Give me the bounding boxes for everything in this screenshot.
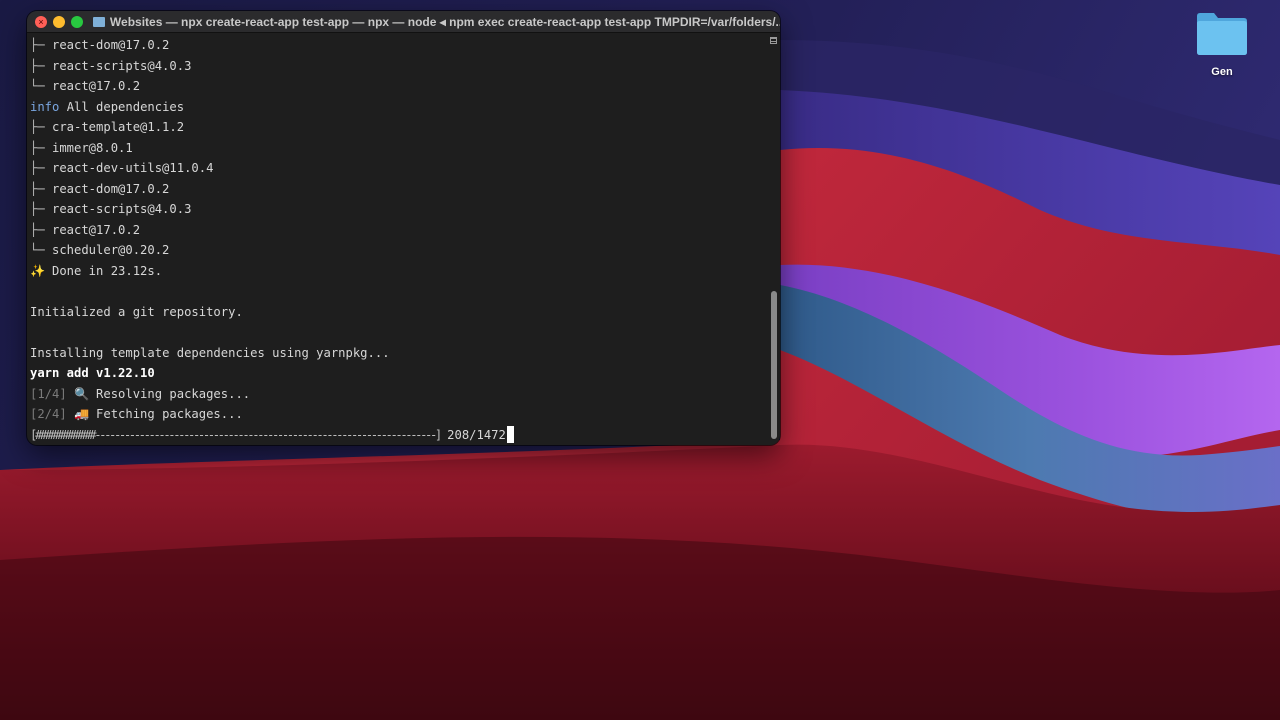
scroll-menu-icon[interactable] — [770, 37, 777, 44]
output-line: ├─ react-scripts@4.0.3 — [30, 56, 762, 77]
folder-icon — [93, 16, 105, 27]
tree-glyph: ├─ — [30, 38, 45, 52]
folder-icon — [1197, 13, 1247, 55]
tree-glyph: ├─ — [30, 181, 45, 196]
window-title: Websites — npx create-react-app test-app… — [109, 14, 780, 29]
done-text: Done in 23.12s. — [52, 263, 163, 278]
step-tag: [1/4] — [30, 386, 67, 401]
terminal-output[interactable]: ├─ react-dom@17.0.2 ├─ react-scripts@4.0… — [27, 33, 780, 445]
output-line: [1/4] 🔍 Resolving packages... — [30, 384, 762, 405]
tree-glyph: └─ — [30, 79, 45, 93]
progress-line: [############---------------------------… — [30, 425, 762, 446]
progress-bar: [############---------------------------… — [30, 427, 442, 442]
info-tag: info — [30, 99, 60, 114]
installing-text: Installing template dependencies using y… — [30, 345, 390, 360]
output-line: └─ react@17.0.2 — [30, 76, 762, 97]
output-line: Initialized a git repository. — [30, 302, 762, 323]
tree-glyph: └─ — [30, 243, 45, 257]
magnifier-icon: 🔍 — [74, 386, 90, 401]
output-line: yarn add v1.22.10 — [30, 363, 762, 384]
package-name: react-dom@17.0.2 — [52, 181, 170, 196]
package-name: react-scripts@4.0.3 — [52, 202, 192, 216]
package-name: react-dom@17.0.2 — [52, 38, 170, 52]
desktop-icon-label: Gen — [1211, 66, 1233, 78]
package-name: cra-template@1.1.2 — [52, 120, 185, 134]
output-line: └─ scheduler@0.20.2 — [30, 240, 762, 261]
tree-glyph: ├─ — [30, 202, 45, 216]
yarn-version-text: yarn add v1.22.10 — [30, 366, 155, 380]
step-tag: [2/4] — [30, 407, 67, 421]
close-icon: × — [38, 16, 44, 27]
output-line: ✨ Done in 23.12s. — [30, 261, 762, 282]
package-name: react-scripts@4.0.3 — [52, 58, 192, 73]
text-cursor — [506, 426, 514, 444]
package-name: react@17.0.2 — [52, 222, 141, 237]
sparkles-icon: ✨ — [30, 263, 46, 278]
output-line: Installing template dependencies using y… — [30, 343, 762, 364]
output-line: ├─ react@17.0.2 — [30, 220, 762, 241]
output-line: ├─ react-scripts@4.0.3 — [30, 199, 762, 220]
output-line: ├─ immer@8.0.1 — [30, 138, 762, 159]
tree-glyph: ├─ — [30, 140, 45, 155]
step-text: Resolving packages... — [96, 386, 251, 401]
terminal-window[interactable]: × Websites — npx create-react-app test-a… — [27, 11, 780, 445]
output-line-blank — [30, 322, 762, 343]
zoom-button[interactable] — [71, 15, 83, 28]
output-line: ├─ cra-template@1.1.2 — [30, 117, 762, 138]
close-button[interactable]: × — [35, 15, 47, 28]
vertical-scrollbar[interactable] — [768, 33, 780, 445]
git-text: Initialized a git repository. — [30, 304, 243, 319]
package-name: scheduler@0.20.2 — [52, 243, 170, 257]
tree-glyph: ├─ — [30, 58, 45, 73]
truck-icon: 🚚 — [74, 407, 90, 421]
output-line: [2/4] 🚚 Fetching packages... — [30, 404, 762, 425]
output-line: ├─ react-dev-utils@11.0.4 — [30, 158, 762, 179]
output-line: ├─ react-dom@17.0.2 — [30, 35, 762, 56]
progress-count: 208/1472 — [439, 427, 506, 442]
window-controls: × — [35, 15, 83, 28]
package-name: react@17.0.2 — [52, 79, 141, 93]
minimize-button[interactable] — [53, 15, 65, 28]
tree-glyph: ├─ — [30, 120, 45, 134]
package-name: immer@8.0.1 — [52, 140, 133, 155]
output-line: info All dependencies — [30, 97, 762, 118]
tree-glyph: ├─ — [30, 222, 45, 237]
window-titlebar[interactable]: × Websites — npx create-react-app test-a… — [27, 11, 780, 33]
output-line: ├─ react-dom@17.0.2 — [30, 179, 762, 200]
package-name: react-dev-utils@11.0.4 — [52, 161, 214, 175]
info-text: All dependencies — [59, 99, 185, 114]
output-line-blank — [30, 281, 762, 302]
step-text: Fetching packages... — [96, 407, 243, 421]
scroll-thumb[interactable] — [771, 291, 777, 439]
tree-glyph: ├─ — [30, 161, 45, 175]
desktop-folder-gen[interactable]: Gen — [1186, 10, 1258, 78]
